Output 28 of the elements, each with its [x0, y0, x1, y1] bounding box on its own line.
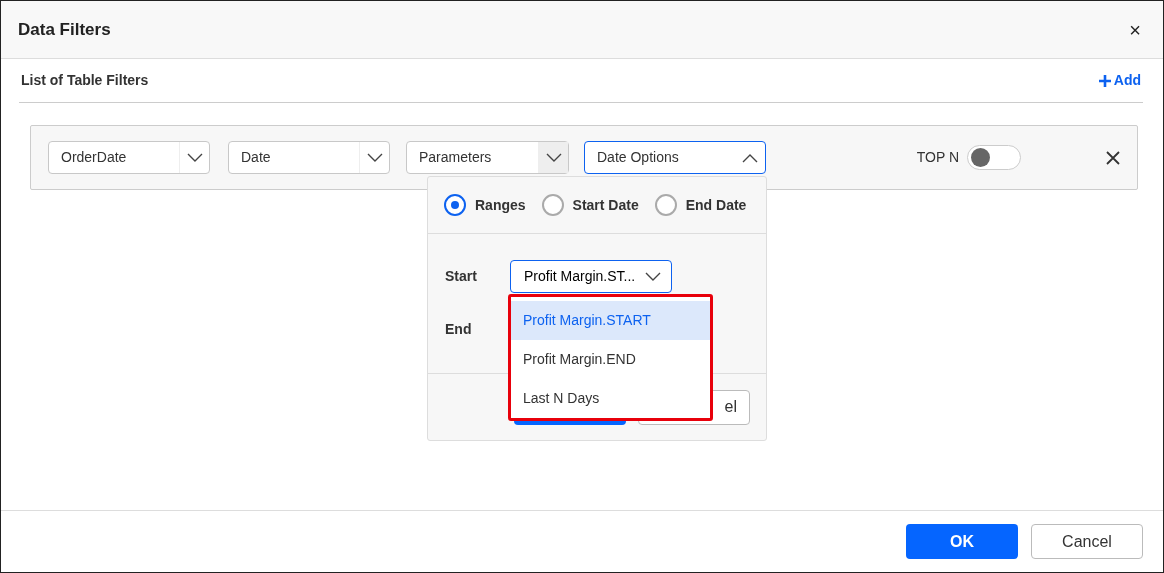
chevron-down-icon	[186, 152, 203, 163]
chevron-down-icon	[366, 152, 383, 163]
toggle-switch[interactable]	[967, 145, 1021, 170]
list-option[interactable]: Profit Margin.END	[511, 340, 710, 379]
chevron-up-icon	[742, 152, 758, 163]
cancel-button[interactable]: Cancel	[1031, 524, 1143, 559]
dropdown[interactable]: Date	[228, 141, 390, 174]
dialog-title: Data Filters	[18, 18, 111, 41]
dropdown[interactable]: OrderDate	[48, 141, 210, 174]
dropdown[interactable]: Parameters	[406, 141, 569, 174]
select-field[interactable]: Profit Margin.ST...	[510, 260, 672, 293]
section-title: List of Table Filters	[21, 71, 149, 90]
toggle-label: TOP N	[916, 148, 959, 167]
close-button[interactable]: ×	[1129, 19, 1141, 40]
chevron-down-icon	[545, 152, 562, 163]
radio-option[interactable]: Start Date	[541, 194, 639, 216]
list-option[interactable]: Profit Margin.START	[511, 301, 710, 340]
radio-option[interactable]: End Date	[654, 194, 747, 216]
remove-button[interactable]	[1106, 150, 1120, 165]
list-option[interactable]: Last N Days	[511, 379, 710, 418]
plus-icon	[1098, 74, 1111, 87]
chevron-down-icon	[645, 271, 662, 282]
field-label: Start	[445, 267, 478, 286]
field-label: End	[445, 320, 473, 339]
radio-option[interactable]: Ranges	[444, 194, 526, 216]
dropdown[interactable]: Date Options	[584, 141, 766, 174]
ok-button[interactable]: OK	[906, 524, 1018, 559]
add-link[interactable]: Add	[1098, 70, 1141, 91]
